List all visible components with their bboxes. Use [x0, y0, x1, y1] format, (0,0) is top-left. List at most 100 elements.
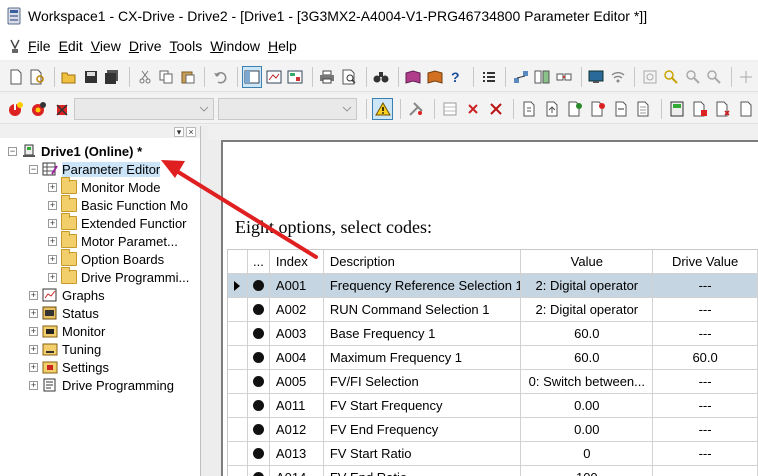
table-row[interactable]: A013 FV Start Ratio 0 ---	[228, 442, 758, 466]
header-cell-index[interactable]: Index	[270, 250, 324, 273]
expand-icon[interactable]: +	[29, 326, 38, 336]
download-icon[interactable]	[519, 98, 540, 120]
row-value-cell[interactable]: 60.0	[521, 322, 654, 345]
row-value-cell[interactable]: 2: Digital operator	[521, 298, 654, 321]
tools-icon[interactable]	[406, 98, 427, 120]
verify-icon[interactable]	[587, 98, 608, 120]
manual-icon[interactable]	[404, 66, 423, 88]
mode-icon[interactable]	[667, 98, 688, 120]
delete-all-icon[interactable]	[485, 98, 506, 120]
cut-icon[interactable]	[135, 66, 154, 88]
collapse-icon[interactable]: −	[29, 164, 38, 174]
list-icon[interactable]	[479, 66, 498, 88]
open-icon[interactable]	[60, 66, 79, 88]
print-preview-icon[interactable]	[339, 66, 358, 88]
row-detail-cell[interactable]	[248, 346, 270, 369]
compare-icon[interactable]	[533, 66, 552, 88]
table-row[interactable]: A011 FV Start Frequency 0.00 ---	[228, 394, 758, 418]
header-cell-value[interactable]: Value	[521, 250, 654, 273]
row-value-cell[interactable]: 0	[521, 442, 654, 465]
drive-select-combo[interactable]	[74, 97, 214, 120]
header-cell-more[interactable]: ...	[248, 250, 270, 273]
pane-splitter[interactable]	[201, 126, 221, 476]
undo-icon[interactable]	[210, 66, 229, 88]
tree-node-graphs[interactable]: + Graphs	[0, 286, 200, 304]
help-book-icon[interactable]	[425, 66, 444, 88]
help-icon[interactable]: ?	[447, 66, 466, 88]
row-value-cell[interactable]: 0.00	[521, 418, 654, 441]
parameter-select-combo[interactable]	[217, 97, 358, 120]
row-value-cell[interactable]: 0.00	[521, 394, 654, 417]
tree-node-tuning[interactable]: + Tuning	[0, 340, 200, 358]
find-drive-icon[interactable]	[27, 66, 46, 88]
tree-node-extended-function[interactable]: + Extended Functior	[0, 213, 200, 232]
expand-icon[interactable]: +	[29, 308, 38, 318]
workspace-view-icon[interactable]	[242, 65, 262, 88]
table-row[interactable]: A014FV End Ratio100---	[228, 466, 758, 476]
tree-node-monitor-mode[interactable]: + Monitor Mode	[0, 177, 200, 196]
expand-icon[interactable]: +	[29, 362, 38, 372]
expand-icon[interactable]: +	[29, 344, 38, 354]
tree-node-drive-programming-params[interactable]: + Drive Programmi...	[0, 267, 200, 286]
expand-icon[interactable]: +	[29, 380, 38, 390]
stop-drive-icon[interactable]	[52, 98, 73, 120]
menu-view[interactable]: View	[87, 38, 125, 54]
tree-node-parameter-editor[interactable]: − Parameter Editor	[0, 160, 200, 178]
row-value-cell[interactable]: 100	[521, 466, 654, 476]
expand-icon[interactable]: +	[48, 236, 57, 246]
zoom-in-icon[interactable]	[683, 66, 702, 88]
table-row[interactable]: A005 FV/FI Selection 0: Switch between... -…	[228, 370, 758, 394]
pane-menu-icon[interactable]: ▾	[174, 127, 184, 137]
delete-icon[interactable]	[463, 98, 484, 120]
document-menu-icon[interactable]	[10, 38, 20, 54]
row-detail-cell[interactable]	[248, 418, 270, 441]
drive-parameters-icon[interactable]	[690, 98, 711, 120]
expand-icon[interactable]: +	[48, 272, 57, 282]
menu-drive[interactable]: Drive	[125, 38, 166, 54]
new-icon[interactable]	[6, 66, 25, 88]
table-row[interactable]: A001 Frequency Reference Selection 1 2: Di…	[228, 274, 758, 298]
upload-icon[interactable]	[542, 98, 563, 120]
tree-node-status[interactable]: + Status	[0, 304, 200, 322]
auto-online-icon[interactable]	[29, 98, 50, 120]
zoom-window-icon[interactable]	[640, 66, 659, 88]
save-icon[interactable]	[81, 66, 100, 88]
table-row[interactable]: A004 Maximum Frequency 1 60.0 60.0	[228, 346, 758, 370]
expand-icon[interactable]: +	[29, 290, 38, 300]
drive-info-icon[interactable]	[735, 98, 756, 120]
go-online-icon[interactable]	[6, 98, 27, 120]
watch-view-icon[interactable]	[285, 66, 304, 88]
menu-file[interactable]: File	[24, 38, 55, 54]
monitor-icon[interactable]	[586, 66, 605, 88]
edit-grid-icon[interactable]	[440, 98, 461, 120]
menu-window[interactable]: Window	[206, 38, 264, 54]
expand-icon[interactable]: +	[48, 218, 57, 228]
initialise-icon[interactable]	[633, 98, 654, 120]
tree-node-basic-function[interactable]: + Basic Function Mo	[0, 195, 200, 214]
network-icon[interactable]	[511, 66, 530, 88]
collapse-icon[interactable]: −	[8, 146, 17, 156]
row-detail-cell[interactable]	[248, 394, 270, 417]
row-value-cell[interactable]: 2: Digital operator	[521, 274, 654, 297]
tree-node-settings[interactable]: + Settings	[0, 358, 200, 376]
row-detail-cell[interactable]	[248, 466, 270, 476]
menu-help[interactable]: Help	[264, 38, 301, 54]
save-all-icon[interactable]	[103, 66, 122, 88]
expand-icon[interactable]: +	[48, 200, 57, 210]
menu-edit[interactable]: Edit	[55, 38, 87, 54]
row-detail-cell[interactable]	[248, 322, 270, 345]
copy-icon[interactable]	[156, 66, 175, 88]
zoom-auto-icon[interactable]	[662, 66, 681, 88]
row-detail-cell[interactable]	[248, 298, 270, 321]
default-icon[interactable]	[610, 98, 631, 120]
output-view-icon[interactable]	[264, 66, 283, 88]
row-value-cell[interactable]: 60.0	[521, 346, 654, 369]
wireless-icon[interactable]	[608, 66, 627, 88]
row-detail-cell[interactable]	[248, 370, 270, 393]
drive-clear-icon[interactable]	[712, 98, 733, 120]
pane-close-icon[interactable]: ×	[186, 127, 196, 137]
warning-icon[interactable]	[372, 97, 394, 120]
row-detail-cell[interactable]	[248, 274, 270, 297]
tree-node-drive-programming[interactable]: + Drive Programming	[0, 376, 200, 394]
compare-drive-icon[interactable]	[565, 98, 586, 120]
